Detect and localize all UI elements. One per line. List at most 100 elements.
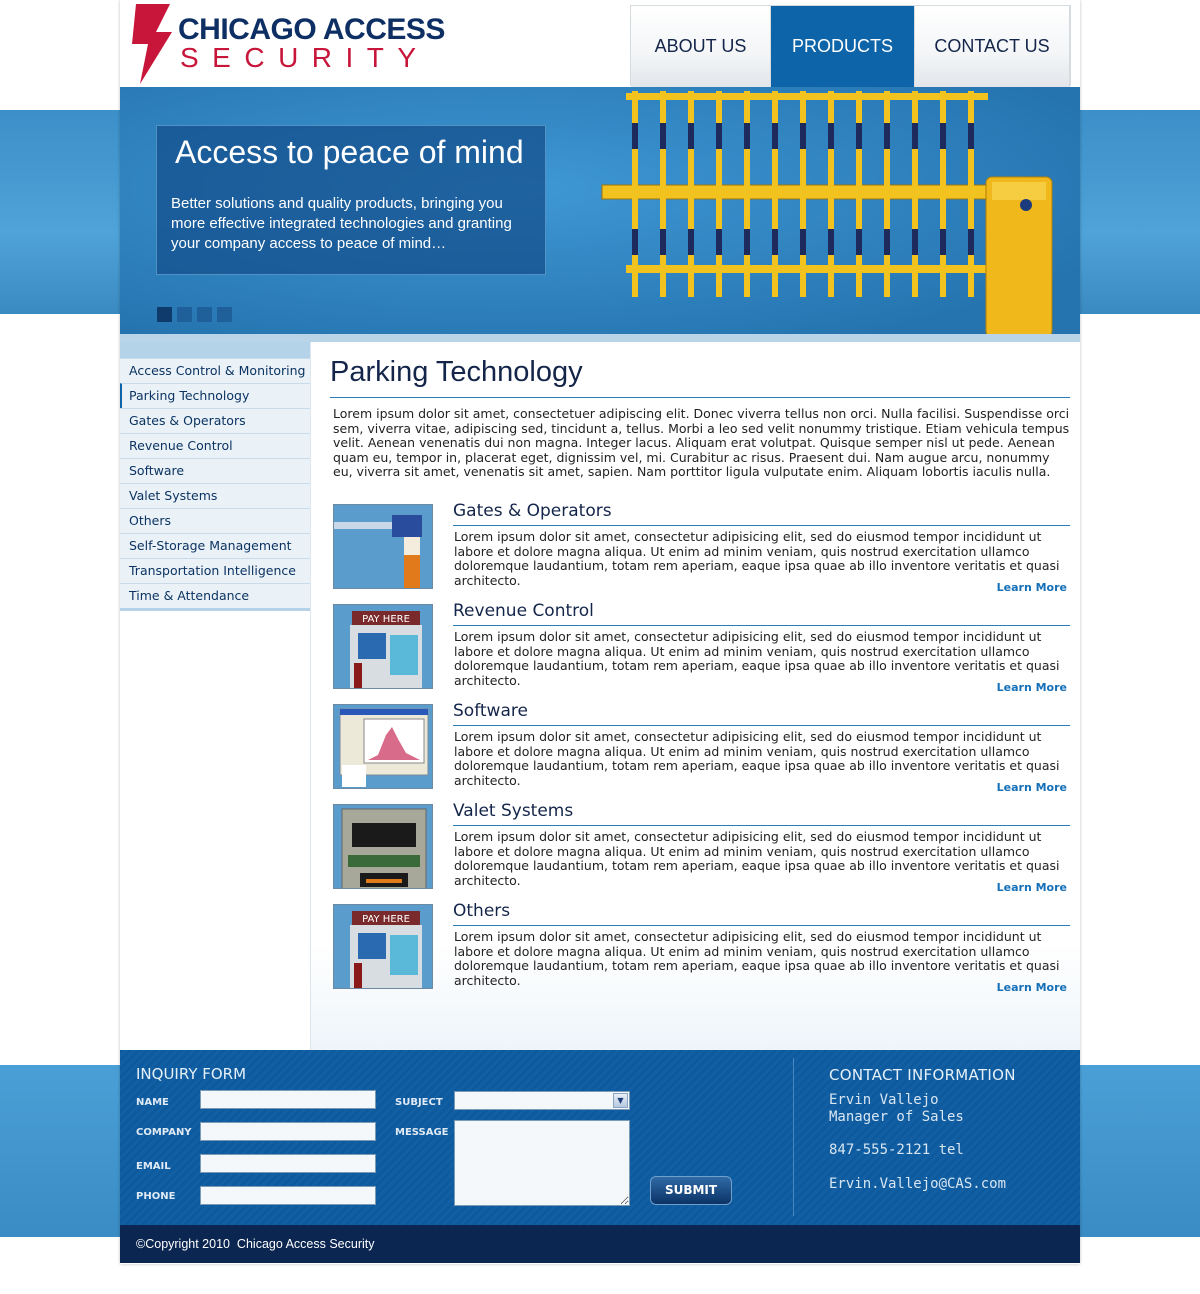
main-nav: ABOUT US PRODUCTS CONTACT US [630,5,1071,87]
gate-bar-stripe [968,229,974,255]
product-title: Software [453,701,528,721]
name-label: NAME [136,1097,169,1108]
chevron-down-icon[interactable]: ▼ [613,1093,628,1108]
nav-products[interactable]: PRODUCTS [771,6,915,87]
gate-bar-stripe [828,123,834,149]
email-input[interactable] [200,1154,376,1173]
gate-bar-stripe [912,123,918,149]
sidebar-item-parking-technology[interactable]: Parking Technology [120,383,310,408]
gate-bar [688,91,694,297]
product-title: Gates & Operators [453,501,612,521]
gate-bar-stripe [744,229,750,255]
sidebar-item-revenue-control[interactable]: Revenue Control [120,433,310,458]
learn-more-link[interactable]: Learn More [997,981,1067,994]
product-divider [453,925,1070,926]
gate-bar-stripe [688,229,694,255]
pay-here-sign: PAY HERE [362,914,410,925]
gate-bar-stripe [632,229,638,255]
learn-more-link[interactable]: Learn More [997,581,1067,594]
gate-bar-stripe [968,123,974,149]
sidebar-item-software[interactable]: Software [120,458,310,483]
pay-station-image[interactable]: PAY HERE [333,604,433,689]
gate-bar-stripe [716,123,722,149]
pay-station-image[interactable]: PAY HERE [333,904,433,989]
inquiry-form-title: INQUIRY FORM [136,1065,247,1083]
hero-bottom-strip [120,334,1080,342]
sidebar-item-self-storage[interactable]: Self-Storage Management [120,533,310,558]
gate-bar-stripe [884,123,890,149]
software-screenshot-image[interactable] [333,704,433,789]
hero-text-box: Access to peace of mind Better solutions… [156,125,546,275]
phone-label: PHONE [136,1191,176,1202]
product-divider [453,525,1070,526]
slider-dot-1[interactable] [157,307,172,322]
gate-bar [884,91,890,297]
learn-more-link[interactable]: Learn More [997,681,1067,694]
valet-kiosk-image[interactable] [333,804,433,889]
gate-bar-stripe [940,123,946,149]
product-item: PAY HERE Others Lorem ipsum dolor sit am… [333,901,1071,1004]
company-label: COMPANY [136,1127,192,1138]
gate-bar [660,91,666,297]
gate-bar-stripe [772,229,778,255]
slider-dot-2[interactable] [177,307,192,322]
nav-about-us[interactable]: ABOUT US [631,6,771,87]
gate-bar [800,91,806,297]
phone-input[interactable] [200,1186,376,1205]
gate-bar-stripe [828,229,834,255]
product-title: Revenue Control [453,601,594,621]
gate-bar-stripe [940,229,946,255]
hero-banner: Access to peace of mind Better solutions… [120,87,1080,342]
main-content: Parking Technology Lorem ipsum dolor sit… [310,342,1080,1050]
submit-button[interactable]: SUBMIT [650,1176,732,1205]
gate-bar-stripe [800,229,806,255]
product-item: PAY HERE Revenue Control Lorem ipsum dol… [333,601,1071,704]
message-textarea[interactable] [454,1120,630,1206]
gate-bar-stripe [632,123,638,149]
learn-more-link[interactable]: Learn More [997,781,1067,794]
subject-label: SUBJECT [395,1097,443,1108]
contact-name: Ervin Vallejo [829,1092,939,1108]
sidebar-menu: Access Control & Monitoring Parking Tech… [120,358,310,611]
hero-title: Access to peace of mind [175,134,524,170]
learn-more-link[interactable]: Learn More [997,881,1067,894]
gate-bar-stripe [856,123,862,149]
product-item: Valet Systems Lorem ipsum dolor sit amet… [333,801,1071,904]
copyright-bar: ©Copyright 2010 Chicago Access Security [120,1225,1080,1263]
gate-bar [912,91,918,297]
product-description: Lorem ipsum dolor sit amet, consectetur … [454,829,1060,888]
gate-bar-stripe [772,123,778,149]
sidebar-item-valet-systems[interactable]: Valet Systems [120,483,310,508]
product-divider [453,825,1070,826]
name-input[interactable] [200,1090,376,1109]
footer-divider [793,1058,794,1216]
product-item: Software Lorem ipsum dolor sit amet, con… [333,701,1071,804]
gate-bar-stripe [800,123,806,149]
contact-email[interactable]: Ervin.Vallejo@CAS.com [829,1176,1006,1192]
sidebar-item-access-control[interactable]: Access Control & Monitoring [120,358,310,383]
gate-bar [632,91,638,297]
title-divider [330,397,1070,398]
gate-arm-image[interactable] [333,504,433,589]
sidebar-item-transportation[interactable]: Transportation Intelligence [120,558,310,583]
gate-bar-stripe [912,229,918,255]
sidebar-item-gates-operators[interactable]: Gates & Operators [120,408,310,433]
sidebar-item-others[interactable]: Others [120,508,310,533]
slider-dot-3[interactable] [197,307,212,322]
gate-bar-stripe [716,229,722,255]
hero-text: Better solutions and quality products, b… [171,195,512,252]
nav-contact-us[interactable]: CONTACT US [915,6,1070,87]
subject-select[interactable]: ▼ [454,1091,630,1110]
intro-paragraph: Lorem ipsum dolor sit amet, consectetuer… [333,406,1070,480]
lightning-bolt-icon [132,4,172,84]
slider-dots [157,307,232,322]
gate-bar-stripe [856,229,862,255]
contact-role: Manager of Sales [829,1109,964,1125]
slider-dot-4[interactable] [217,307,232,322]
sidebar-item-time-attendance[interactable]: Time & Attendance [120,583,310,608]
product-description: Lorem ipsum dolor sit amet, consectetur … [454,729,1060,788]
gate-bar-stripe [660,123,666,149]
contact-phone: 847-555-2121 tel [829,1142,964,1158]
logo[interactable]: CHICAGO ACCESS SECURITY [130,4,450,84]
company-input[interactable] [200,1122,376,1141]
